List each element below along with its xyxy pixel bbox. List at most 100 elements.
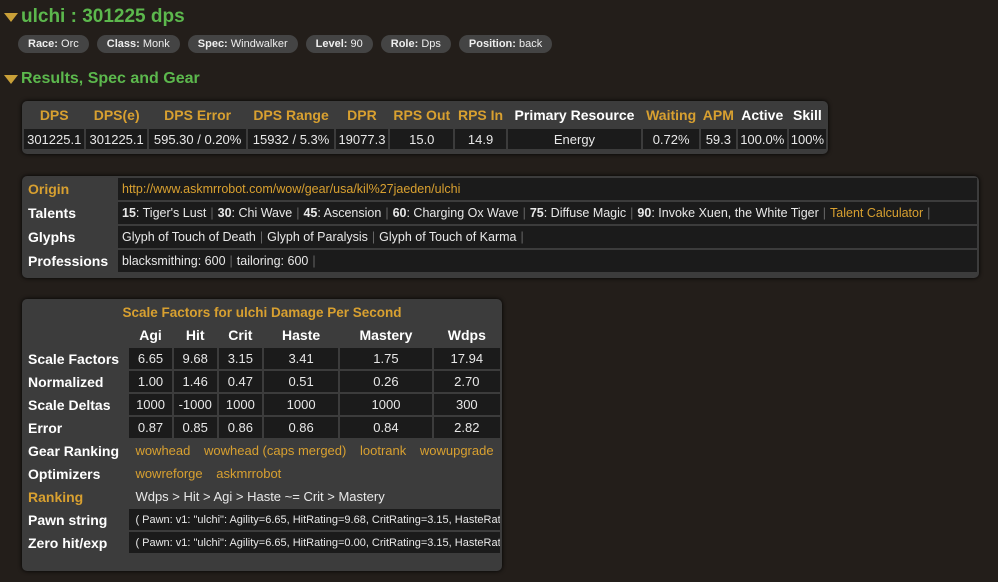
info-panel: Origin http://www.askmrrobot.com/wow/gea… <box>22 176 979 278</box>
scale-header-row: Agi Hit Crit Haste Mastery Wdps <box>24 324 500 346</box>
professions-label: Professions <box>28 253 109 269</box>
col-hit: Hit <box>185 327 205 343</box>
talents-list: 15: Tiger's Lust | 30: Chi Wave | 45: Ascens… <box>118 202 977 224</box>
talents-row: Talents 15: Tiger's Lust | 30: Chi Wave | 45… <box>24 202 977 224</box>
gear-ranking-label: Gear Ranking <box>28 442 120 459</box>
wowupgrade-link[interactable]: wowupgrade <box>420 443 494 458</box>
value-dps-error: 595.30 / 0.20% <box>148 129 247 149</box>
separator: | <box>385 206 389 220</box>
table-row: Scale Deltas 1000 -1000 1000 1000 1000 3… <box>24 394 500 415</box>
value-skill: 100% <box>788 129 826 149</box>
talent-item: 90: Invoke Xuen, the White Tiger <box>637 206 819 220</box>
talents-label: Talents <box>28 205 76 221</box>
table-cell: 1000 <box>340 394 432 415</box>
separator: | <box>210 206 214 220</box>
param-role: Role: Dps <box>380 35 451 53</box>
talent-item: 30: Chi Wave <box>217 206 293 220</box>
player-title-row[interactable]: ulchi : 301225 dps <box>4 6 185 28</box>
header-dps-range: DPS Range <box>253 107 329 123</box>
value-apm: 59.3 <box>701 129 736 149</box>
header-rps-out: RPS Out <box>393 107 451 123</box>
pawn-string-field[interactable]: ( Pawn: v1: "ulchi": Agility=6.65, HitRa… <box>129 509 500 530</box>
talent-calculator-link[interactable]: Talent Calculator <box>830 206 923 220</box>
scale-factors-caption: Scale Factors for ulchi Damage Per Secon… <box>122 305 402 320</box>
wowreforge-link[interactable]: wowreforge <box>135 466 202 481</box>
table-cell: 17.94 <box>433 348 500 369</box>
player-title: ulchi : 301225 dps <box>21 6 185 27</box>
talent-item: 75: Diffuse Magic <box>529 206 627 220</box>
talent-item: 45: Ascension <box>303 206 382 220</box>
value-dps-e: 301225.1 <box>86 129 147 149</box>
table-cell: 300 <box>433 394 500 415</box>
profession-item: tailoring: 600 <box>236 254 309 268</box>
glyphs-label: Glyphs <box>28 229 76 245</box>
collapse-triangle-icon[interactable] <box>4 74 18 84</box>
header-waiting: Waiting <box>646 107 697 123</box>
header-apm: APM <box>702 107 734 123</box>
header-dps-e: DPS(e) <box>93 107 140 123</box>
table-cell: 0.86 <box>218 417 262 438</box>
table-cell: 0.87 <box>129 417 172 438</box>
table-cell: 0.47 <box>218 371 262 392</box>
collapse-triangle-icon[interactable] <box>4 12 18 22</box>
glyph-item: Glyph of Touch of Death <box>122 230 256 244</box>
origin-link[interactable]: http://www.askmrrobot.com/wow/gear/usa/k… <box>122 182 460 196</box>
scale-factors-table: Scale Factors for ulchi Damage Per Secon… <box>22 299 502 555</box>
table-row: Scale Factors 6.65 9.68 3.15 3.41 1.75 1… <box>24 348 500 369</box>
stats-header-row: DPS DPS(e) DPS Error DPS Range DPR RPS O… <box>24 103 826 127</box>
table-cell: 1.46 <box>173 371 217 392</box>
table-cell: 0.51 <box>263 371 339 392</box>
table-cell: 1.75 <box>340 348 432 369</box>
value-dps: 301225.1 <box>24 129 85 149</box>
ranking-value: Wdps > Hit > Agi > Haste ~= Crit > Maste… <box>135 489 385 504</box>
glyphs-list: Glyph of Touch of Death | Glyph of Paralys… <box>118 226 977 248</box>
separator: | <box>927 206 931 220</box>
lootrank-link[interactable]: lootrank <box>360 443 406 458</box>
glyphs-row: Glyphs Glyph of Touch of Death | Glyph of … <box>24 226 977 248</box>
separator: | <box>822 206 827 220</box>
value-active: 100.0% <box>737 129 787 149</box>
col-agi: Agi <box>139 327 162 343</box>
wowhead-caps-merged-link[interactable]: wowhead (caps merged) <box>204 443 346 458</box>
pawn-label: Pawn string <box>28 511 108 528</box>
talent-item: 15: Tiger's Lust <box>122 206 207 220</box>
value-dps-range: 15932 / 5.3% <box>248 129 334 149</box>
section-title: Results, Spec and Gear <box>21 70 200 87</box>
askmrrobot-link[interactable]: askmrrobot <box>216 466 281 481</box>
stats-value-row: 301225.1 301225.1 595.30 / 0.20% 15932 /… <box>24 129 826 149</box>
table-cell: 3.41 <box>263 348 339 369</box>
row-label: Error <box>28 419 63 436</box>
stats-table: DPS DPS(e) DPS Error DPS Range DPR RPS O… <box>22 101 828 151</box>
separator: | <box>630 206 634 220</box>
separator: | <box>296 206 300 220</box>
separator: | <box>520 230 524 244</box>
row-label: Normalized <box>28 373 104 390</box>
results-section-header[interactable]: Results, Spec and Gear <box>4 70 200 88</box>
table-cell: 6.65 <box>129 348 172 369</box>
separator: | <box>259 230 264 244</box>
header-dps: DPS <box>39 107 69 123</box>
professions-list: blacksmithing: 600 | tailoring: 600 | <box>118 250 977 272</box>
param-class: Class: Monk <box>96 35 180 53</box>
talent-item: 60: Charging Ox Wave <box>392 206 519 220</box>
table-cell: 1000 <box>218 394 262 415</box>
value-rps-out: 15.0 <box>390 129 454 149</box>
wowhead-link[interactable]: wowhead <box>135 443 190 458</box>
header-active: Active <box>741 107 784 123</box>
glyph-item: Glyph of Touch of Karma <box>379 230 517 244</box>
zero-hit-row: Zero hit/exp ( Pawn: v1: "ulchi": Agilit… <box>24 532 500 553</box>
player-params: Race: Orc Class: Monk Spec: Windwalker L… <box>18 35 553 53</box>
table-cell: 1000 <box>263 394 339 415</box>
separator: | <box>371 230 376 244</box>
table-cell: 9.68 <box>173 348 217 369</box>
header-primary-resource: Primary Resource <box>514 107 635 123</box>
optimizers-row: Optimizers wowreforge askmrrobot <box>24 463 500 484</box>
col-wdps: Wdps <box>447 327 486 343</box>
row-label: Scale Deltas <box>28 396 111 413</box>
col-mastery: Mastery <box>359 327 413 343</box>
info-table: Origin http://www.askmrrobot.com/wow/gea… <box>22 176 979 274</box>
zero-hit-string-field[interactable]: ( Pawn: v1: "ulchi": Agility=6.65, HitRa… <box>129 532 500 553</box>
separator: | <box>312 254 316 268</box>
zero-hit-label: Zero hit/exp <box>28 534 108 551</box>
origin-label: Origin <box>28 181 70 197</box>
